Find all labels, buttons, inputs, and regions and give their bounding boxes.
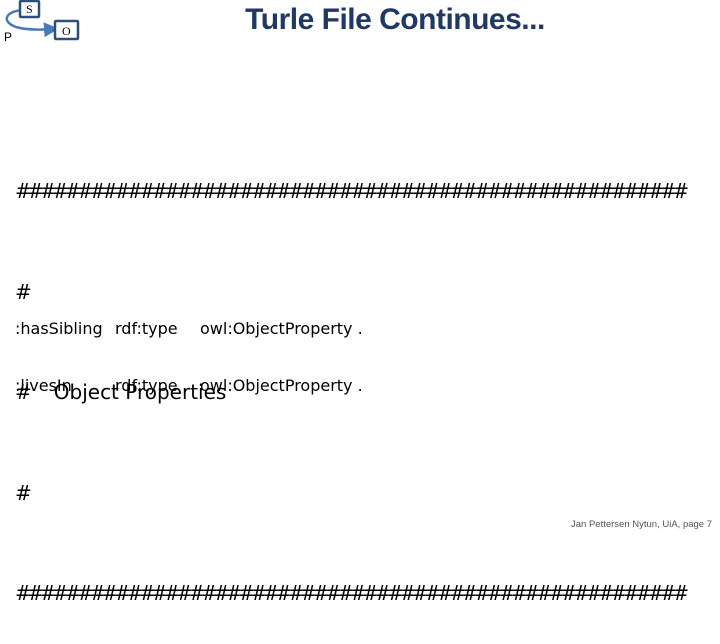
slide-title: Turle File Continues...	[245, 3, 545, 36]
triple-subject: :hasSibling	[15, 319, 103, 338]
slide-footer: Jan Pettersen Nytun, UiA, page 7	[571, 519, 712, 530]
hash-rule-top: ########################################…	[15, 179, 689, 203]
hash-line: #	[15, 480, 32, 505]
triple-subject: :livesIn	[15, 376, 72, 395]
triple-predicate: rdf:type	[115, 376, 178, 395]
triple-object: owl:ObjectProperty .	[200, 376, 363, 395]
triple-object: owl:ObjectProperty .	[200, 319, 363, 338]
triple-statement: :hasSibling rdf:type owl:ObjectProperty .	[15, 318, 363, 340]
subject-label: S	[26, 2, 33, 16]
triple-predicate: rdf:type	[115, 319, 178, 338]
hash-rule-bottom: ########################################…	[15, 581, 689, 605]
object-label: O	[62, 24, 71, 38]
rdf-triple-logo: S O P	[0, 0, 90, 46]
predicate-label: P	[4, 30, 13, 44]
rdf-triple-icon	[5, 0, 80, 41]
hash-line: #	[15, 279, 32, 304]
triple-statement: :livesIn rdf:type owl:ObjectProperty .	[15, 375, 363, 397]
